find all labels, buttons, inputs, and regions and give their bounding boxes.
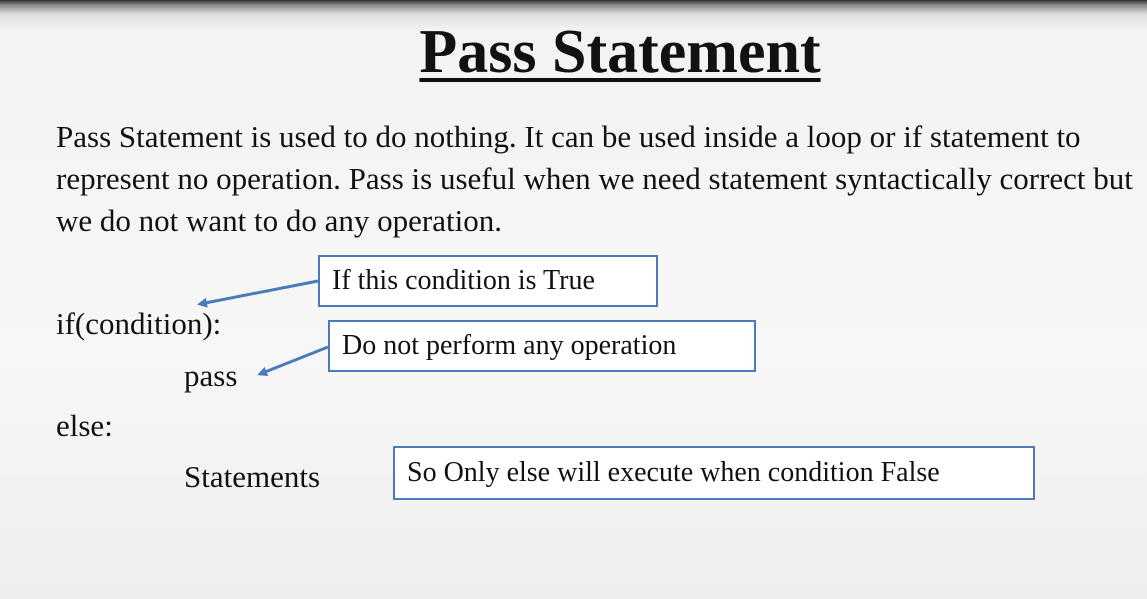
callout-arrows bbox=[197, 279, 329, 377]
arrow-to-pass bbox=[257, 345, 329, 377]
arrow-to-condition bbox=[197, 279, 319, 308]
slide: Pass Statement Pass Statement is used to… bbox=[0, 0, 1147, 599]
